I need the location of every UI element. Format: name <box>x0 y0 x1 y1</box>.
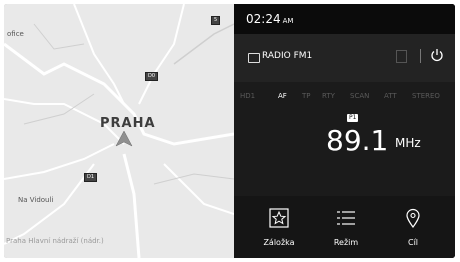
bookmark-button[interactable]: Záložka <box>249 196 309 258</box>
map-label-bottom-strip: Praha Hlavní nádraží (nádr.) <box>6 237 104 245</box>
mode-label: Režim <box>333 238 359 247</box>
destination-label: Cíl <box>407 238 419 247</box>
option-af[interactable]: AF <box>278 92 287 100</box>
city-label: PRAHA <box>100 116 156 131</box>
source-label[interactable]: RADIO FM1 <box>262 51 312 61</box>
clock-ampm: AM <box>282 17 294 25</box>
radio-icon <box>248 53 260 63</box>
road-shield: 5 <box>211 16 221 25</box>
radio-options: HD1 AF TP RTY SCAN ATT STEREO <box>234 92 455 106</box>
road-shield: D0 <box>145 72 159 81</box>
road-shield: D1 <box>84 173 98 182</box>
option-tp[interactable]: TP <box>302 92 311 100</box>
map-label-bottom-left: Na Vidouli <box>18 196 54 204</box>
map-label-top-left: ofice <box>7 30 24 38</box>
option-rty[interactable]: RTY <box>322 92 335 100</box>
star-icon <box>269 208 289 228</box>
list-toggle-icon[interactable] <box>396 50 407 63</box>
status-bar: 02:24 AM <box>234 4 455 34</box>
option-att[interactable]: ATT <box>384 92 397 100</box>
option-hd1[interactable]: HD1 <box>240 92 255 100</box>
location-pin-icon <box>406 208 420 228</box>
option-scan[interactable]: SCAN <box>350 92 369 100</box>
option-stereo[interactable]: STEREO <box>412 92 440 100</box>
clock-time: 02:24 <box>246 12 281 26</box>
source-row: RADIO FM1 <box>234 34 455 82</box>
power-icon[interactable] <box>430 48 444 62</box>
preset-badge: P1 <box>347 114 359 122</box>
divider <box>420 49 421 63</box>
frequency-unit: MHz <box>395 136 421 150</box>
map-roads <box>4 4 234 258</box>
clock: 02:24 AM <box>246 12 293 26</box>
bookmark-label: Záložka <box>263 238 295 247</box>
frequency-value: 89.1 <box>326 124 389 157</box>
navigation-map[interactable]: PRAHA ofice Na Vidouli Praha Hlavní nádr… <box>4 4 234 258</box>
infotainment-screen: PRAHA ofice Na Vidouli Praha Hlavní nádr… <box>4 4 455 258</box>
list-icon <box>337 211 355 225</box>
bottom-button-bar: Záložka Režim Cíl <box>234 196 455 258</box>
mode-button[interactable]: Režim <box>316 196 376 258</box>
destination-button[interactable]: Cíl <box>383 196 443 258</box>
radio-panel: 02:24 AM RADIO FM1 HD1 AF TP RTY SCAN ATT… <box>234 4 455 258</box>
